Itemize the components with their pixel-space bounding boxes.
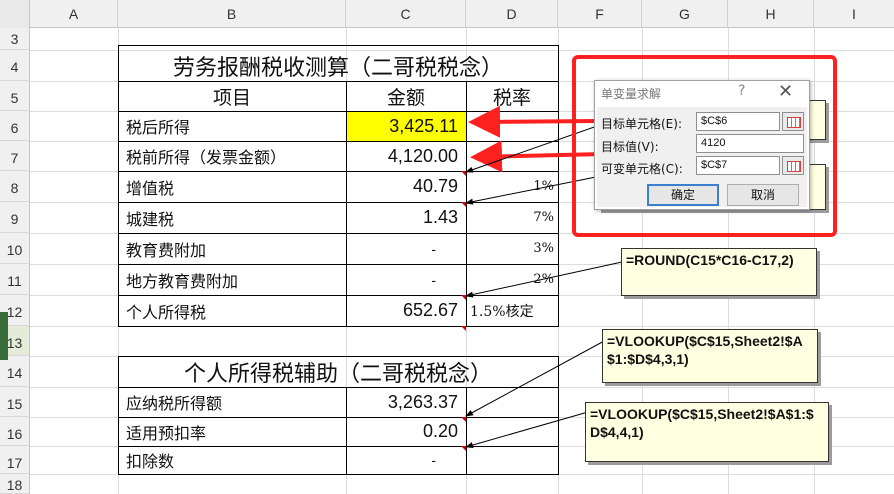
target-cell-input[interactable]: $C$6 — [696, 112, 780, 131]
close-icon[interactable]: ✕ — [778, 81, 793, 102]
comment-vlookup4-formula[interactable]: =VLOOKUP($C$15,Sheet2!$A$1:$ D$4,4,1) — [585, 402, 829, 462]
comment-text: D$4,4,1) — [590, 424, 644, 440]
target-value-input[interactable]: 4120 — [696, 134, 804, 153]
comment-vlookup3-formula[interactable]: =VLOOKUP($C$15,Sheet2!$A $1:$D$4,3,1) — [602, 329, 818, 383]
comment-text: =VLOOKUP($C$15,Sheet2!$A — [607, 333, 803, 349]
changing-cell-input[interactable]: $C$7 — [696, 156, 780, 175]
goal-seek-dialog: 单变量求解 ? ✕ 目标单元格(E): $C$6 目标值(V): 4120 可变… — [594, 80, 810, 210]
comment-round-formula[interactable]: =ROUND(C15*C16-C17,2) — [621, 248, 817, 296]
changing-cell-label: 可变单元格(C): — [601, 162, 683, 176]
comment-text: =VLOOKUP($C$15,Sheet2!$A$1:$ — [590, 406, 814, 422]
range-picker-icon[interactable] — [782, 112, 804, 131]
spreadsheet: A B C D F G H I 3 4 5 6 7 8 9 10 11 12 1… — [0, 0, 894, 494]
comment-text: =ROUND(C15*C16-C17,2) — [626, 252, 794, 268]
target-cell-label: 目标单元格(E): — [601, 117, 682, 131]
help-icon[interactable]: ? — [738, 83, 745, 99]
dialog-title: 单变量求解 — [601, 87, 662, 101]
dialog-body: 目标单元格(E): $C$6 目标值(V): 4120 可变单元格(C): $C… — [597, 107, 807, 207]
comment-text: $1:$D$4,3,1) — [607, 351, 689, 367]
range-picker-icon[interactable] — [782, 156, 804, 175]
cancel-button[interactable]: 取消 — [727, 184, 799, 206]
target-value-label: 目标值(V): — [601, 140, 659, 154]
ok-button[interactable]: 确定 — [647, 184, 719, 206]
